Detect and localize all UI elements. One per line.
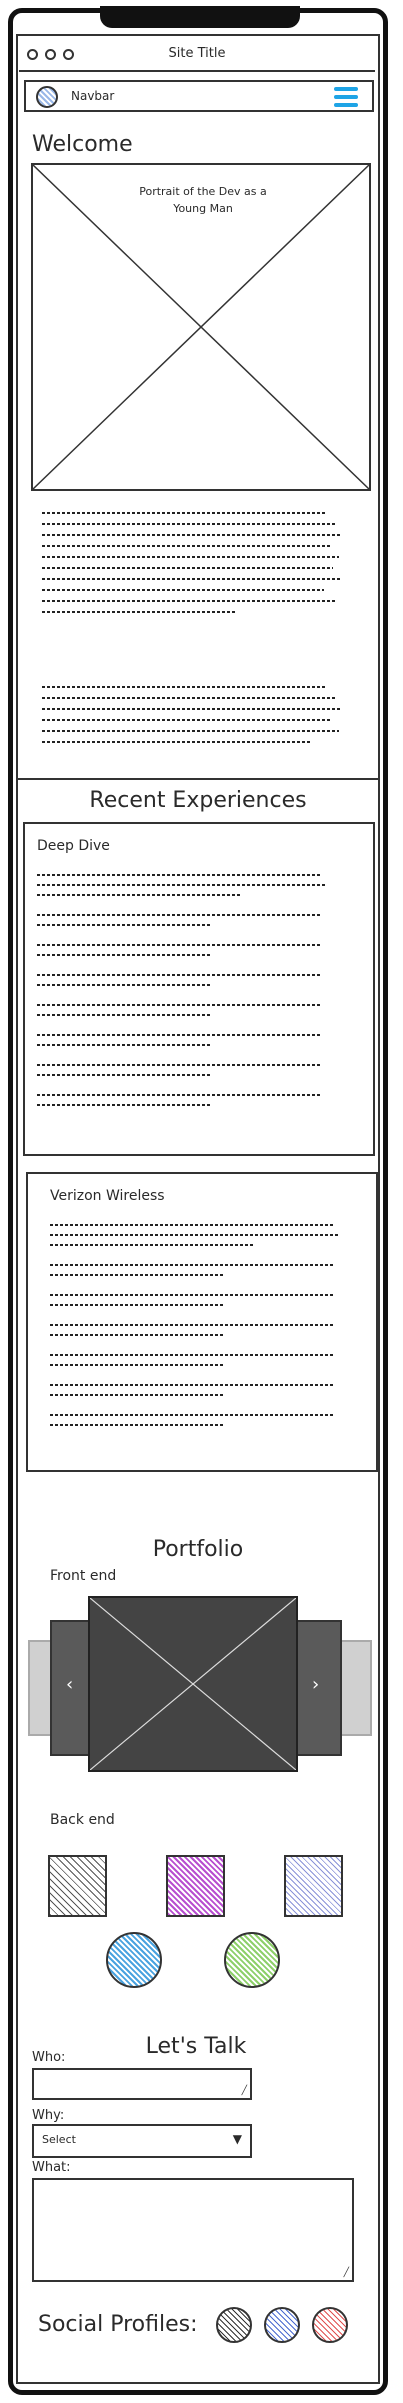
portrait-caption: Portrait of the Dev as a Young Man: [139, 185, 267, 215]
experiences-heading: Recent Experiences: [89, 788, 307, 813]
back-end-project-thumbnail[interactable]: [166, 1855, 225, 1917]
title-bar: Site Title: [19, 38, 375, 72]
experience-card-text: [37, 874, 327, 1114]
experience-card: Deep Dive: [23, 822, 375, 1156]
chevron-down-icon[interactable]: ▼: [233, 2132, 242, 2146]
front-end-label: Front end: [50, 1568, 117, 1584]
front-end-carousel[interactable]: ‹ ›: [28, 1590, 372, 1772]
contact-heading: Let's Talk: [145, 2034, 247, 2059]
why-label: Why:: [32, 2108, 65, 2123]
social-profile-icon[interactable]: [312, 2307, 348, 2343]
experience-card: Verizon Wireless: [26, 1172, 378, 1472]
phone-notch: [100, 6, 300, 28]
why-select[interactable]: Select ▼: [32, 2124, 252, 2158]
back-end-project-thumbnail[interactable]: [48, 1855, 107, 1917]
experience-card-title: Verizon Wireless: [50, 1188, 165, 1204]
site-title: Site Title: [168, 46, 226, 61]
experience-card-text: [50, 1224, 340, 1434]
navbar: Navbar: [24, 80, 374, 112]
social-profile-icon[interactable]: [264, 2307, 300, 2343]
portfolio-heading: Portfolio: [152, 1537, 244, 1562]
who-label: Who:: [32, 2050, 66, 2065]
who-input[interactable]: ╱: [32, 2068, 252, 2100]
what-label: What:: [32, 2160, 71, 2175]
back-end-project-thumbnail[interactable]: [224, 1932, 280, 1988]
navbar-label: Navbar: [71, 89, 115, 103]
chevron-right-icon[interactable]: ›: [312, 1674, 319, 1695]
hamburger-menu-icon[interactable]: [334, 87, 358, 107]
portrait-image-placeholder: Portrait of the Dev as a Young Man: [31, 163, 371, 491]
back-end-project-thumbnail[interactable]: [284, 1855, 343, 1917]
carousel-slide-right: ›: [294, 1620, 342, 1756]
social-profile-icon[interactable]: [216, 2307, 252, 2343]
avatar[interactable]: [36, 86, 58, 108]
resize-handle-icon[interactable]: ╱: [242, 2086, 247, 2096]
experience-card-title: Deep Dive: [37, 838, 110, 854]
welcome-paragraph-2: [42, 686, 342, 752]
social-heading: Social Profiles:: [38, 2312, 198, 2337]
resize-handle-icon[interactable]: ╱: [344, 2268, 349, 2278]
section-divider: [16, 778, 380, 780]
back-end-label: Back end: [50, 1812, 115, 1828]
welcome-heading: Welcome: [32, 132, 133, 157]
carousel-active-slide[interactable]: [88, 1596, 298, 1772]
what-textarea[interactable]: ╱: [32, 2178, 354, 2282]
chevron-left-icon[interactable]: ‹: [66, 1674, 73, 1695]
back-end-project-thumbnail[interactable]: [106, 1932, 162, 1988]
why-select-value: Select: [42, 2133, 76, 2146]
welcome-paragraph-1: [42, 512, 342, 622]
